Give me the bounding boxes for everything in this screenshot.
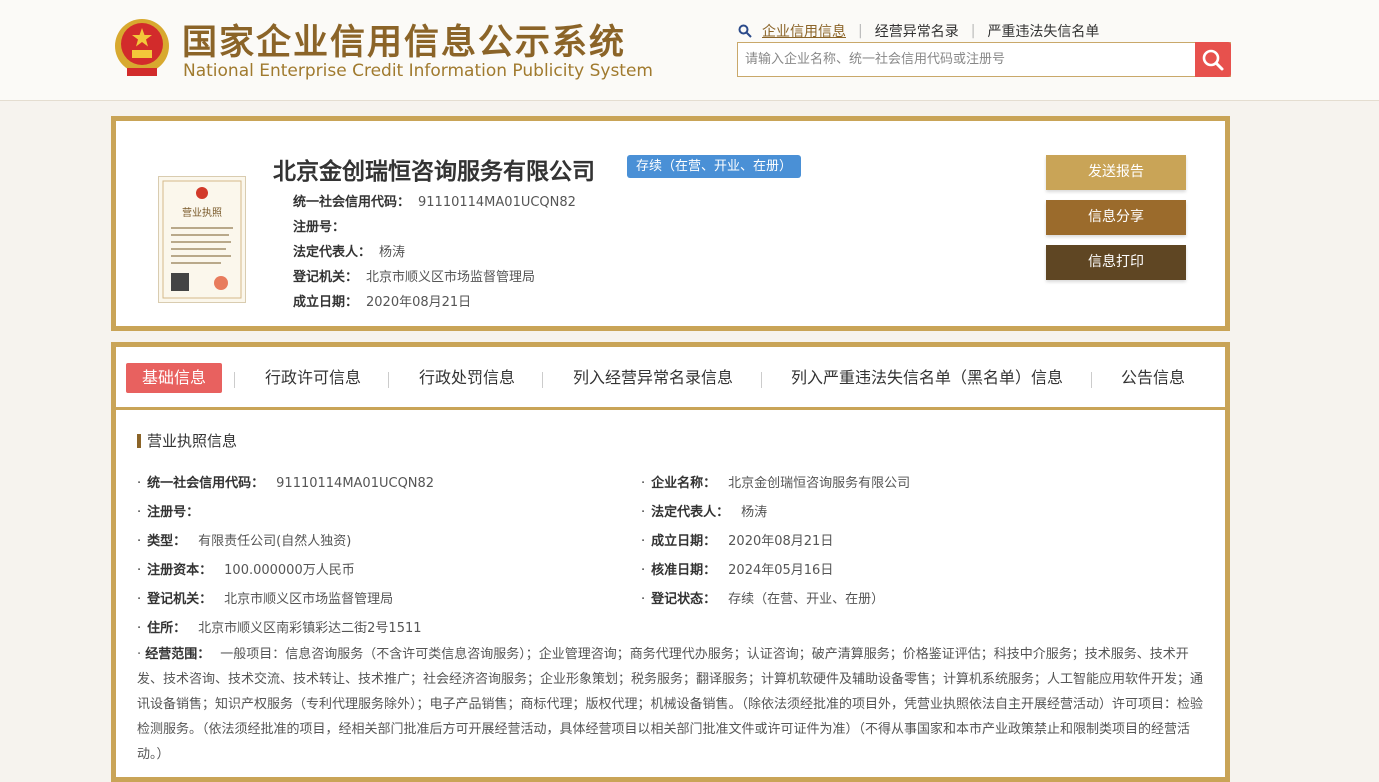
info-tabs-panel: 基础信息 行政许可信息 行政处罚信息 列入经营异常名录信息 列入严重违法失信名单… (111, 342, 1230, 782)
field-value: 杨涛 (741, 505, 768, 520)
info-value: 杨涛 (379, 245, 406, 260)
info-label: 登记机关： (293, 270, 359, 285)
field-label: 成立日期： (651, 534, 717, 549)
bullet: · (641, 534, 646, 549)
share-info-button[interactable]: 信息分享 (1046, 200, 1186, 235)
link-separator: | (858, 23, 863, 39)
field-label: 登记状态： (651, 592, 717, 607)
link-abnormal-list[interactable]: 经营异常名录 (875, 21, 959, 41)
site-title: 国家企业信用信息公示系统 (182, 23, 627, 63)
magnifier-icon (1202, 49, 1224, 70)
tab-admin-penalty[interactable]: 行政处罚信息 (419, 363, 515, 393)
field-value: 2024年05月16日 (728, 563, 834, 578)
info-row-established: 成立日期： 2020年08月21日 (293, 291, 471, 310)
tab-blacklist[interactable]: 列入严重违法失信名单（黑名单）信息 (791, 363, 1063, 393)
bullet: · (137, 476, 142, 491)
status-badge: 存续（在营、开业、在册） (627, 155, 802, 178)
business-license-thumbnail[interactable]: 营业执照 (158, 176, 246, 303)
tab-announcements[interactable]: 公告信息 (1121, 363, 1185, 393)
field-type: · 类型： 有限责任公司(自然人独资) (137, 530, 351, 549)
bullet: · (137, 592, 142, 607)
field-credit-code: · 统一社会信用代码： 91110114MA01UCQN82 (137, 472, 434, 491)
search-button[interactable] (1195, 42, 1231, 77)
field-legal-rep: · 法定代表人： 杨涛 (641, 501, 767, 520)
field-approved: · 核准日期： 2024年05月16日 (641, 559, 833, 578)
field-label: 住所： (147, 621, 187, 636)
company-name: 北京金创瑞恒咨询服务有限公司 (273, 159, 595, 185)
tabs-bar: 基础信息 行政许可信息 行政处罚信息 列入经营异常名录信息 列入严重违法失信名单… (116, 347, 1225, 410)
search-box (737, 42, 1231, 77)
field-value: 存续（在营、开业、在册） (728, 592, 885, 607)
site-subtitle: National Enterprise Credit Information P… (183, 61, 653, 81)
tab-separator (234, 372, 235, 388)
bullet: · (641, 563, 646, 578)
info-row-authority: 登记机关： 北京市顺义区市场监督管理局 (293, 266, 535, 285)
field-reg-status: · 登记状态： 存续（在营、开业、在册） (641, 588, 884, 607)
scope-value: 一般项目：信息咨询服务（不含许可类信息咨询服务）；企业管理咨询；商务代理代办服务… (137, 647, 1204, 762)
field-label: 注册资本： (147, 563, 213, 578)
field-value: 北京金创瑞恒咨询服务有限公司 (728, 476, 911, 491)
field-label: 注册号： (147, 505, 200, 520)
link-blacklist[interactable]: 严重违法失信名单 (987, 21, 1099, 41)
tab-admin-license[interactable]: 行政许可信息 (265, 363, 361, 393)
info-label: 法定代表人： (293, 245, 372, 260)
field-value: 北京市顺义区南彩镇彩达二街2号1511 (198, 621, 422, 636)
field-authority: · 登记机关： 北京市顺义区市场监督管理局 (137, 588, 393, 607)
field-established: · 成立日期： 2020年08月21日 (641, 530, 833, 549)
bullet: · (641, 505, 646, 520)
tab-separator (761, 372, 762, 388)
bullet: · (641, 592, 646, 607)
info-value: 2020年08月21日 (366, 295, 472, 310)
field-label: 统一社会信用代码： (147, 476, 265, 491)
tab-abnormal-list[interactable]: 列入经营异常名录信息 (573, 363, 733, 393)
link-separator: | (970, 23, 976, 39)
info-row-legal-rep: 法定代表人： 杨涛 (293, 241, 405, 260)
tab-separator (1091, 372, 1092, 388)
bullet: · (137, 505, 142, 520)
search-input[interactable] (738, 43, 1194, 76)
license-caption: 营业执照 (182, 206, 222, 219)
info-label: 注册号： (293, 220, 346, 235)
field-address: · 住所： 北京市顺义区南彩镇彩达二街2号1511 (137, 617, 422, 636)
business-scope: · 经营范围： 一般项目：信息咨询服务（不含许可类信息咨询服务）；企业管理咨询；商… (137, 642, 1207, 767)
info-value: 91110114MA01UCQN82 (418, 195, 576, 210)
section-title: 营业执照信息 (137, 434, 237, 449)
bullet: · (641, 476, 646, 491)
bullet: · (137, 563, 142, 578)
license-image-icon: 营业执照 (162, 180, 242, 299)
search-icon (738, 24, 752, 38)
bullet: · (137, 621, 142, 636)
field-value: 91110114MA01UCQN82 (276, 476, 435, 491)
field-label: 登记机关： (147, 592, 213, 607)
bullet: · (137, 534, 142, 549)
field-reg-number: · 注册号： (137, 501, 211, 520)
field-value: 有限责任公司(自然人独资) (198, 534, 352, 549)
link-enterprise-credit[interactable]: 企业信用信息 (762, 21, 846, 41)
field-label: 类型： (147, 534, 187, 549)
field-value: 2020年08月21日 (728, 534, 834, 549)
tab-basic-info[interactable]: 基础信息 (126, 363, 223, 393)
field-company-name: · 企业名称： 北京金创瑞恒咨询服务有限公司 (641, 472, 910, 491)
scope-label: 经营范围： (145, 647, 211, 662)
info-row-reg-number: 注册号： (293, 216, 353, 235)
national-emblem-icon (115, 19, 169, 76)
tab-separator (542, 372, 543, 388)
info-value: 北京市顺义区市场监督管理局 (366, 270, 536, 285)
field-reg-capital: · 注册资本： 100.000000万人民币 (137, 559, 355, 578)
site-header: 国家企业信用信息公示系统 National Enterprise Credit … (0, 0, 1379, 101)
field-label: 核准日期： (651, 563, 717, 578)
field-label: 法定代表人： (651, 505, 730, 520)
send-report-button[interactable]: 发送报告 (1046, 155, 1186, 190)
company-card: 营业执照 北京金创瑞恒咨询服务有限公司 存续（在营、开业、在册） 统一社会信用代… (111, 116, 1230, 331)
tab-separator (388, 372, 389, 388)
print-info-button[interactable]: 信息打印 (1046, 245, 1186, 280)
info-row-credit-code: 统一社会信用代码： 91110114MA01UCQN82 (293, 191, 576, 210)
info-label: 统一社会信用代码： (293, 195, 411, 210)
field-value: 北京市顺义区市场监督管理局 (224, 592, 394, 607)
field-value: 100.000000万人民币 (224, 563, 355, 578)
field-label: 企业名称： (651, 476, 717, 491)
info-label: 成立日期： (293, 295, 359, 310)
top-links: 企业信用信息 | 经营异常名录 | 严重违法失信名单 (738, 21, 1099, 41)
